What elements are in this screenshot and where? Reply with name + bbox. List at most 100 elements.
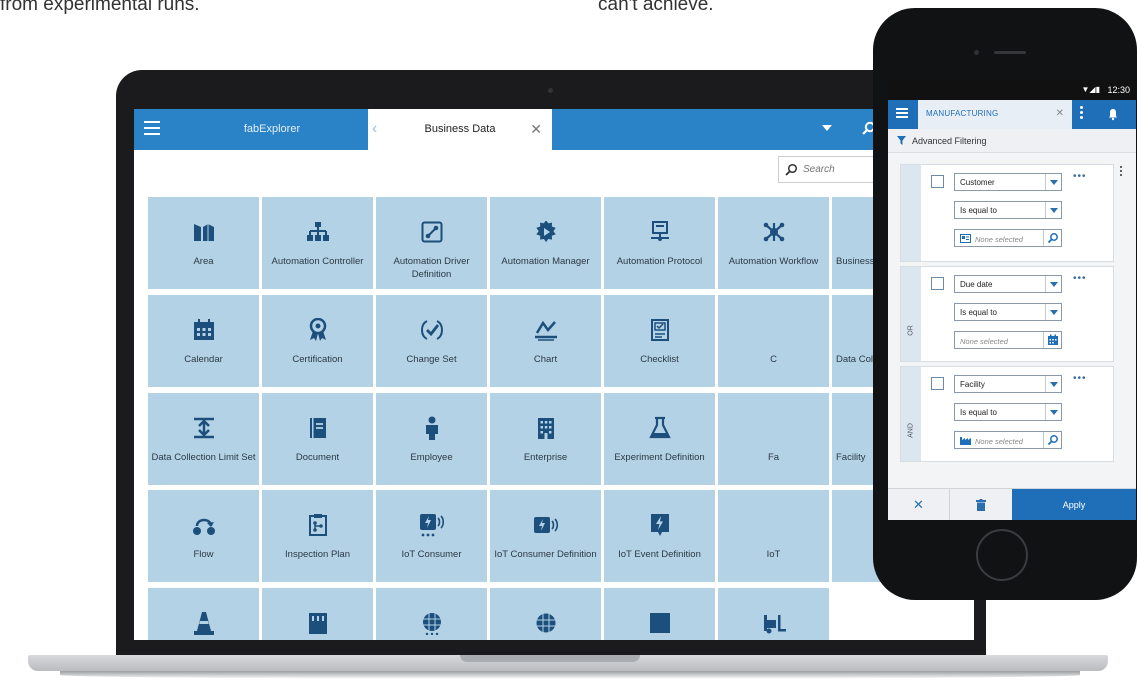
status-time: 12:30 bbox=[1107, 85, 1130, 95]
tile-data-collection-limit-set[interactable]: Data Collection Limit Set bbox=[148, 393, 259, 485]
caption-text-left: from experimental runs. bbox=[0, 0, 200, 15]
tile-enterprise[interactable]: Enterprise bbox=[490, 393, 601, 485]
tile-iot-consumer[interactable]: IoT Consumer bbox=[376, 490, 487, 582]
tile-cone[interactable] bbox=[148, 588, 259, 640]
tile-employee[interactable]: Employee bbox=[376, 393, 487, 485]
experiment-definition-icon bbox=[604, 416, 715, 440]
filter-checkbox[interactable] bbox=[931, 175, 944, 188]
more-horizontal-icon[interactable]: ••• bbox=[1073, 171, 1087, 182]
automation-controller-icon bbox=[262, 220, 373, 244]
filter-connector-strip[interactable]: AND bbox=[901, 367, 921, 461]
filter-field-select[interactable]: Due date bbox=[954, 275, 1062, 293]
delete-button[interactable] bbox=[950, 489, 1012, 520]
tile-square[interactable] bbox=[604, 588, 715, 640]
close-icon[interactable]: ✕ bbox=[1056, 108, 1064, 119]
tile-inspection-plan[interactable]: Inspection Plan bbox=[262, 490, 373, 582]
chevron-down-icon bbox=[1045, 174, 1061, 190]
tile-label: Employee bbox=[410, 452, 453, 463]
search-icon bbox=[785, 163, 798, 176]
tile-flow[interactable]: Flow bbox=[148, 490, 259, 582]
tile-chart[interactable]: Chart bbox=[490, 295, 601, 387]
chevron-down-icon bbox=[1045, 304, 1061, 320]
tile-iot-consumer-definition[interactable]: IoT Consumer Definition bbox=[490, 490, 601, 582]
tile-iot[interactable]: IoT bbox=[718, 490, 829, 582]
laptop-screen: fabExplorer ‹ Business Data ✕ Area Automa… bbox=[134, 109, 974, 640]
filter-value-field[interactable]: None selected bbox=[954, 229, 1062, 247]
close-icon[interactable]: ✕ bbox=[530, 121, 542, 137]
contact-card-icon bbox=[960, 234, 971, 243]
calendar-icon[interactable] bbox=[1043, 332, 1061, 348]
laptop-shadow bbox=[60, 671, 1080, 679]
menu-icon[interactable] bbox=[144, 121, 160, 135]
menu-icon[interactable] bbox=[896, 108, 908, 118]
inspection-plan-icon bbox=[262, 513, 373, 537]
cancel-button[interactable]: ✕ bbox=[888, 489, 950, 520]
tile-globe[interactable] bbox=[490, 588, 601, 640]
tile-fa[interactable]: Fa bbox=[718, 393, 829, 485]
apply-button[interactable]: Apply bbox=[1012, 489, 1136, 520]
filter-operator-value: Is equal to bbox=[960, 206, 997, 215]
search-input[interactable] bbox=[803, 160, 873, 179]
chevron-down-icon[interactable] bbox=[822, 125, 832, 131]
filter-icon bbox=[897, 136, 906, 145]
filter-operator-select[interactable]: Is equal to bbox=[954, 403, 1062, 421]
more-horizontal-icon[interactable]: ••• bbox=[1073, 273, 1087, 284]
tile-label: Automation Controller bbox=[271, 256, 364, 267]
search-field[interactable] bbox=[778, 156, 878, 183]
tile-forklift[interactable] bbox=[718, 588, 829, 640]
chevron-left-icon[interactable]: ‹ bbox=[372, 121, 377, 137]
filter-footer: ✕ Apply bbox=[888, 488, 1136, 520]
tile-label: C bbox=[770, 354, 777, 365]
tab-fabexplorer[interactable]: fabExplorer bbox=[176, 109, 368, 150]
search-icon[interactable] bbox=[1043, 230, 1061, 246]
filter-operator-select[interactable]: Is equal to bbox=[954, 201, 1062, 219]
filter-checkbox[interactable] bbox=[931, 377, 944, 390]
advanced-filtering-bar[interactable]: Advanced Filtering bbox=[888, 129, 1136, 153]
tile-label: IoT bbox=[766, 549, 781, 560]
tile-automation-driver-definition[interactable]: Automation Driver Definition bbox=[376, 197, 487, 289]
tile-checklist[interactable]: Checklist bbox=[604, 295, 715, 387]
laptop-notch bbox=[460, 655, 640, 662]
filter-field-select[interactable]: Facility bbox=[954, 375, 1062, 393]
tile-label: Experiment Definition bbox=[614, 452, 705, 463]
tile-automation-controller[interactable]: Automation Controller bbox=[262, 197, 373, 289]
tile-calendar[interactable]: Calendar bbox=[148, 295, 259, 387]
filter-field-value: Facility bbox=[960, 380, 985, 389]
tile-label: Fa bbox=[767, 452, 780, 463]
filter-connector-strip[interactable]: OR bbox=[901, 267, 921, 361]
filter-connector-strip[interactable] bbox=[901, 165, 921, 261]
tab-manufacturing[interactable]: MANUFACTURING ✕ bbox=[918, 100, 1072, 129]
search-icon[interactable] bbox=[1043, 432, 1061, 448]
filter-value-field[interactable]: None selected bbox=[954, 331, 1062, 349]
globe-icon bbox=[490, 611, 601, 635]
tile-iot-event-definition[interactable]: IoT Event Definition bbox=[604, 490, 715, 582]
tile-area[interactable]: Area bbox=[148, 197, 259, 289]
tile-c[interactable]: C bbox=[718, 295, 829, 387]
filter-value-field[interactable]: None selected bbox=[954, 431, 1062, 449]
filter-checkbox[interactable] bbox=[931, 277, 944, 290]
filter-value-placeholder: None selected bbox=[975, 235, 1023, 244]
tile-globe-grid[interactable] bbox=[376, 588, 487, 640]
tile-experiment-definition[interactable]: Experiment Definition bbox=[604, 393, 715, 485]
tile-automation-protocol[interactable]: Automation Protocol bbox=[604, 197, 715, 289]
filter-field-value: Customer bbox=[960, 178, 995, 187]
more-vertical-icon[interactable] bbox=[1120, 166, 1124, 180]
tile-label: IoT Event Definition bbox=[618, 549, 701, 560]
tile-automation-manager[interactable]: Automation Manager bbox=[490, 197, 601, 289]
filter-field-select[interactable]: Customer bbox=[954, 173, 1062, 191]
tab-business-data[interactable]: ‹ Business Data ✕ bbox=[368, 109, 552, 150]
tile-document[interactable]: Document bbox=[262, 393, 373, 485]
bell-icon[interactable] bbox=[1106, 107, 1120, 121]
more-vertical-icon[interactable] bbox=[1080, 106, 1084, 122]
tile-label: Document bbox=[295, 452, 340, 463]
tile-panel[interactable] bbox=[262, 588, 373, 640]
automation-protocol-icon bbox=[604, 220, 715, 244]
more-horizontal-icon[interactable]: ••• bbox=[1073, 373, 1087, 384]
tile-certification[interactable]: Certification bbox=[262, 295, 373, 387]
filter-operator-select[interactable]: Is equal to bbox=[954, 303, 1062, 321]
cone-icon bbox=[148, 611, 259, 635]
tile-change-set[interactable]: Change Set bbox=[376, 295, 487, 387]
tile-automation-workflow[interactable]: Automation Workflow bbox=[718, 197, 829, 289]
phone-title: MANUFACTURING bbox=[926, 109, 999, 118]
automation-workflow-icon bbox=[718, 220, 829, 244]
